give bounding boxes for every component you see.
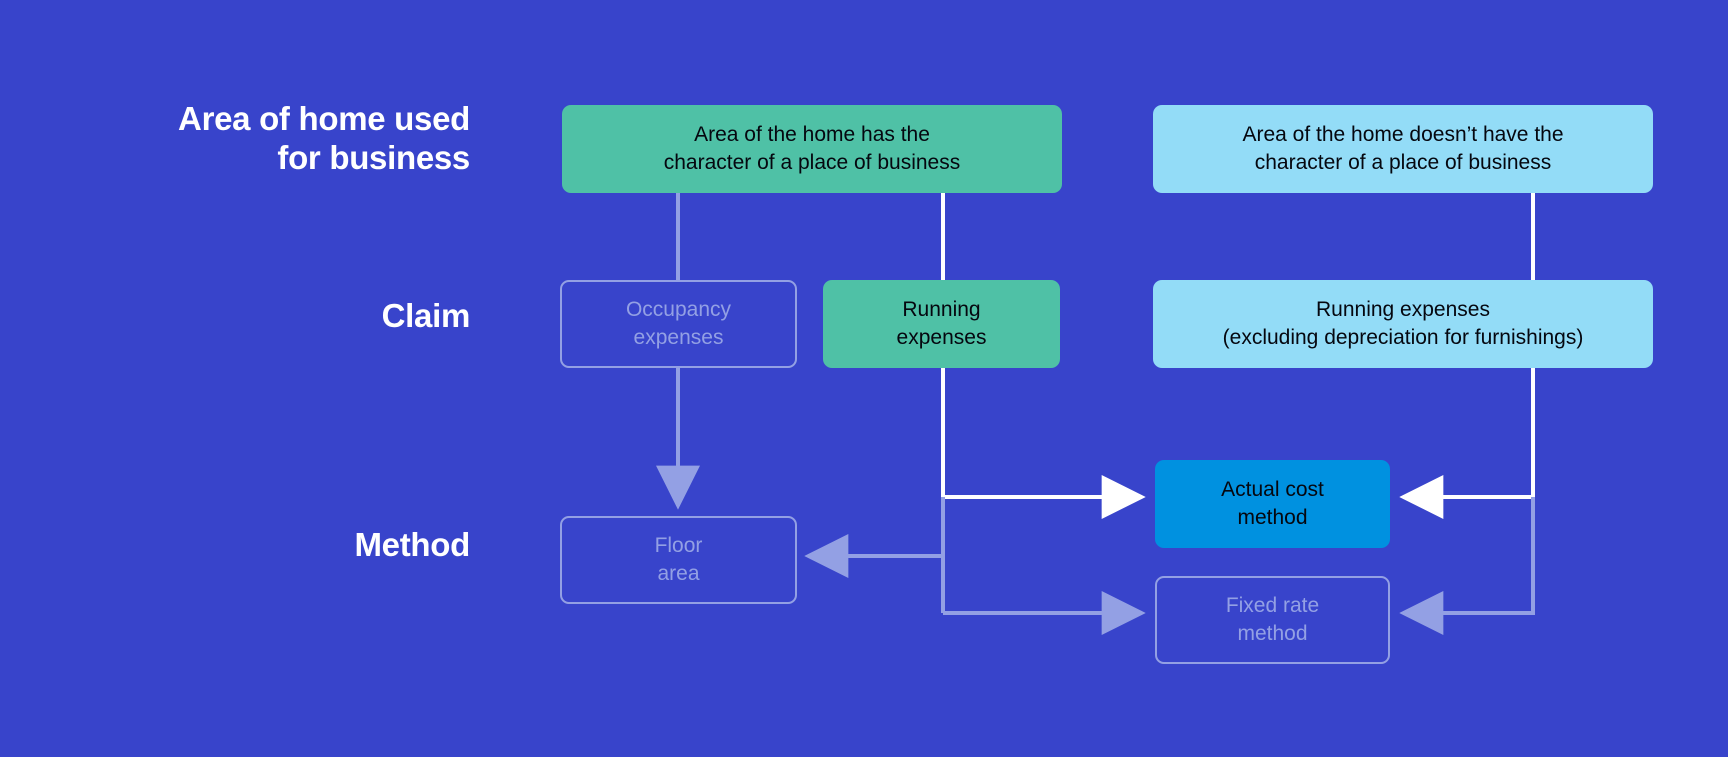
node-actual-cost-method[interactable]: Actual cost method — [1155, 460, 1390, 548]
row-label-area-of-home: Area of home used for business — [178, 100, 470, 176]
row-label-method: Method — [354, 526, 470, 563]
wire-runningex-to-actualcost — [1399, 368, 1535, 519]
node-occupancy-expenses[interactable]: Occupancy expenses — [560, 280, 797, 368]
node-character-yes[interactable]: Area of the home has the character of a … — [562, 105, 1062, 193]
node-fixed-rate-method[interactable]: Fixed rate method — [1155, 576, 1390, 664]
row-label-claim: Claim — [381, 297, 471, 334]
wire-running-to-actualcost — [941, 368, 1146, 519]
diagram-canvas: Area of home used for business Claim Met… — [0, 0, 1728, 757]
node-character-no[interactable]: Area of the home doesn’t have the charac… — [1153, 105, 1653, 193]
node-running-expenses-excluding-depreciation[interactable]: Running expenses (excluding depreciation… — [1153, 280, 1653, 368]
node-floor-area[interactable]: Floor area — [560, 516, 797, 604]
node-running-expenses[interactable]: Running expenses — [823, 280, 1060, 368]
wire-runningex-to-fixedrate — [1399, 497, 1535, 635]
